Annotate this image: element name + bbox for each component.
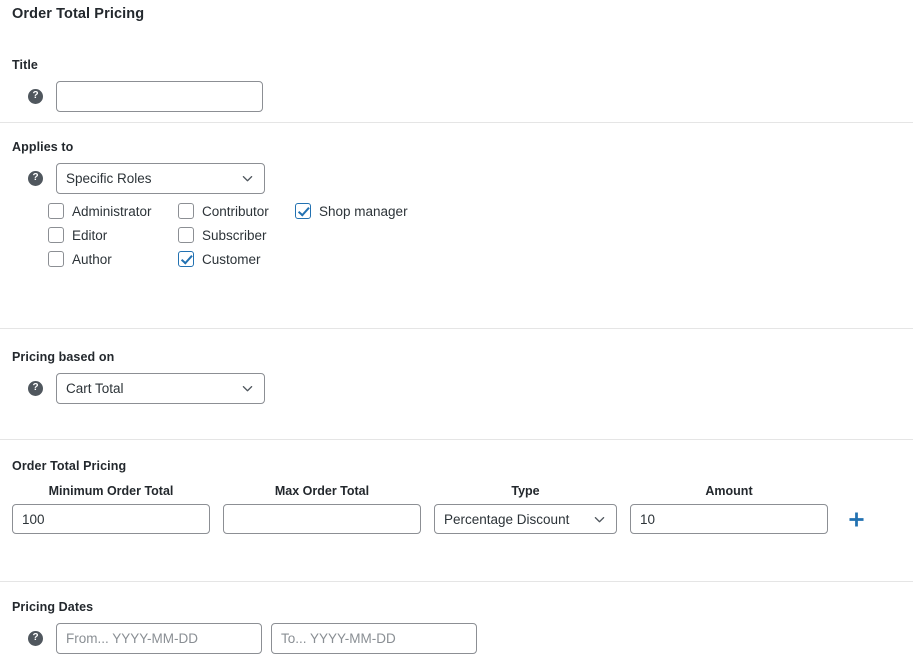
checkbox-box[interactable]: [178, 227, 194, 243]
amount-input[interactable]: [630, 504, 828, 534]
max-order-total-input[interactable]: [223, 504, 421, 534]
role-checkbox-editor[interactable]: Editor: [48, 227, 178, 243]
role-label: Administrator: [72, 203, 152, 219]
role-checkbox-subscriber[interactable]: Subscriber: [178, 227, 295, 243]
help-icon[interactable]: ?: [28, 171, 43, 186]
cell-max-order-total: [223, 504, 434, 534]
type-select[interactable]: Percentage Discount: [434, 504, 617, 534]
pricing-table-row: Percentage Discount: [12, 504, 913, 534]
pricing-dates-row: ?: [12, 623, 913, 654]
divider-1: [0, 122, 913, 123]
minimum-order-total-input[interactable]: [12, 504, 210, 534]
applies-to-row: ? Specific Roles: [12, 163, 913, 194]
roles-column-1: Administrator Editor Author: [48, 203, 178, 267]
pricing-dates-label: Pricing Dates: [12, 600, 94, 614]
divider-4: [0, 581, 913, 582]
divider-2: [0, 328, 913, 329]
date-inputs-group: [56, 623, 477, 654]
role-label: Shop manager: [319, 203, 408, 219]
chevron-down-icon: [242, 175, 253, 182]
role-label: Customer: [202, 251, 261, 267]
type-select-value: Percentage Discount: [444, 511, 570, 527]
role-label: Subscriber: [202, 227, 267, 243]
help-icon[interactable]: ?: [28, 631, 43, 646]
pricing-based-on-select[interactable]: Cart Total: [56, 373, 265, 404]
pricing-based-on-label: Pricing based on: [12, 350, 115, 364]
page-title: Order Total Pricing: [12, 6, 145, 22]
pricing-based-on-row: ? Cart Total: [12, 373, 913, 404]
date-from-input[interactable]: [56, 623, 262, 654]
role-checkbox-customer[interactable]: Customer: [178, 251, 295, 267]
applies-to-label: Applies to: [12, 140, 74, 154]
column-header-max-order-total: Max Order Total: [274, 484, 370, 498]
title-input[interactable]: [56, 81, 263, 112]
column-header-amount: Amount: [705, 484, 753, 498]
order-total-pricing-panel: Order Total Pricing Title ? Applies to ?…: [0, 0, 913, 654]
order-total-pricing-section: Order Total Pricing Minimum Order Total …: [0, 459, 913, 581]
pricing-based-on-section: Pricing based on ? Cart Total: [0, 350, 913, 439]
role-label: Editor: [72, 227, 108, 243]
applies-to-select[interactable]: Specific Roles: [56, 163, 265, 194]
cell-minimum-order-total: [12, 504, 223, 534]
title-field-label: Title: [12, 58, 38, 72]
applies-to-select-value: Specific Roles: [66, 171, 152, 186]
order-total-pricing-label: Order Total Pricing: [12, 459, 127, 473]
role-checkbox-contributor[interactable]: Contributor: [178, 203, 295, 219]
checkbox-box[interactable]: [48, 251, 64, 267]
checkbox-box-checked[interactable]: [178, 251, 194, 267]
plus-icon: [848, 511, 864, 527]
applies-to-section: Applies to ? Specific Roles Administrato…: [0, 140, 913, 328]
checkbox-box[interactable]: [48, 227, 64, 243]
help-icon[interactable]: ?: [28, 381, 43, 396]
role-label: Contributor: [202, 203, 269, 219]
pricing-dates-section: Pricing Dates ?: [0, 600, 913, 654]
column-header-type: Type: [511, 484, 540, 498]
role-checkbox-administrator[interactable]: Administrator: [48, 203, 178, 219]
checkbox-box[interactable]: [48, 203, 64, 219]
role-label: Author: [72, 251, 112, 267]
cell-type: Percentage Discount: [434, 504, 630, 534]
pricing-based-on-select-value: Cart Total: [66, 381, 124, 396]
help-icon[interactable]: ?: [28, 89, 43, 104]
chevron-down-icon: [242, 385, 253, 392]
title-section: Order Total Pricing Title ?: [0, 0, 913, 122]
chevron-down-icon: [594, 516, 605, 522]
role-checkbox-author[interactable]: Author: [48, 251, 178, 267]
date-to-input[interactable]: [271, 623, 477, 654]
pricing-table-header: Minimum Order Total Max Order Total Type…: [12, 484, 913, 498]
cell-amount: [630, 504, 841, 534]
roles-column-2: Contributor Subscriber Customer: [178, 203, 295, 267]
checkbox-box-checked[interactable]: [295, 203, 311, 219]
roles-column-3: Shop manager: [295, 203, 408, 267]
add-pricing-row-button[interactable]: [844, 507, 868, 531]
column-header-minimum-order-total: Minimum Order Total: [48, 484, 174, 498]
divider-3: [0, 439, 913, 440]
checkbox-box[interactable]: [178, 203, 194, 219]
roles-checkbox-grid: Administrator Editor Author Contributor: [12, 203, 913, 267]
title-field-row: ?: [12, 81, 913, 112]
role-checkbox-shop-manager[interactable]: Shop manager: [295, 203, 408, 219]
